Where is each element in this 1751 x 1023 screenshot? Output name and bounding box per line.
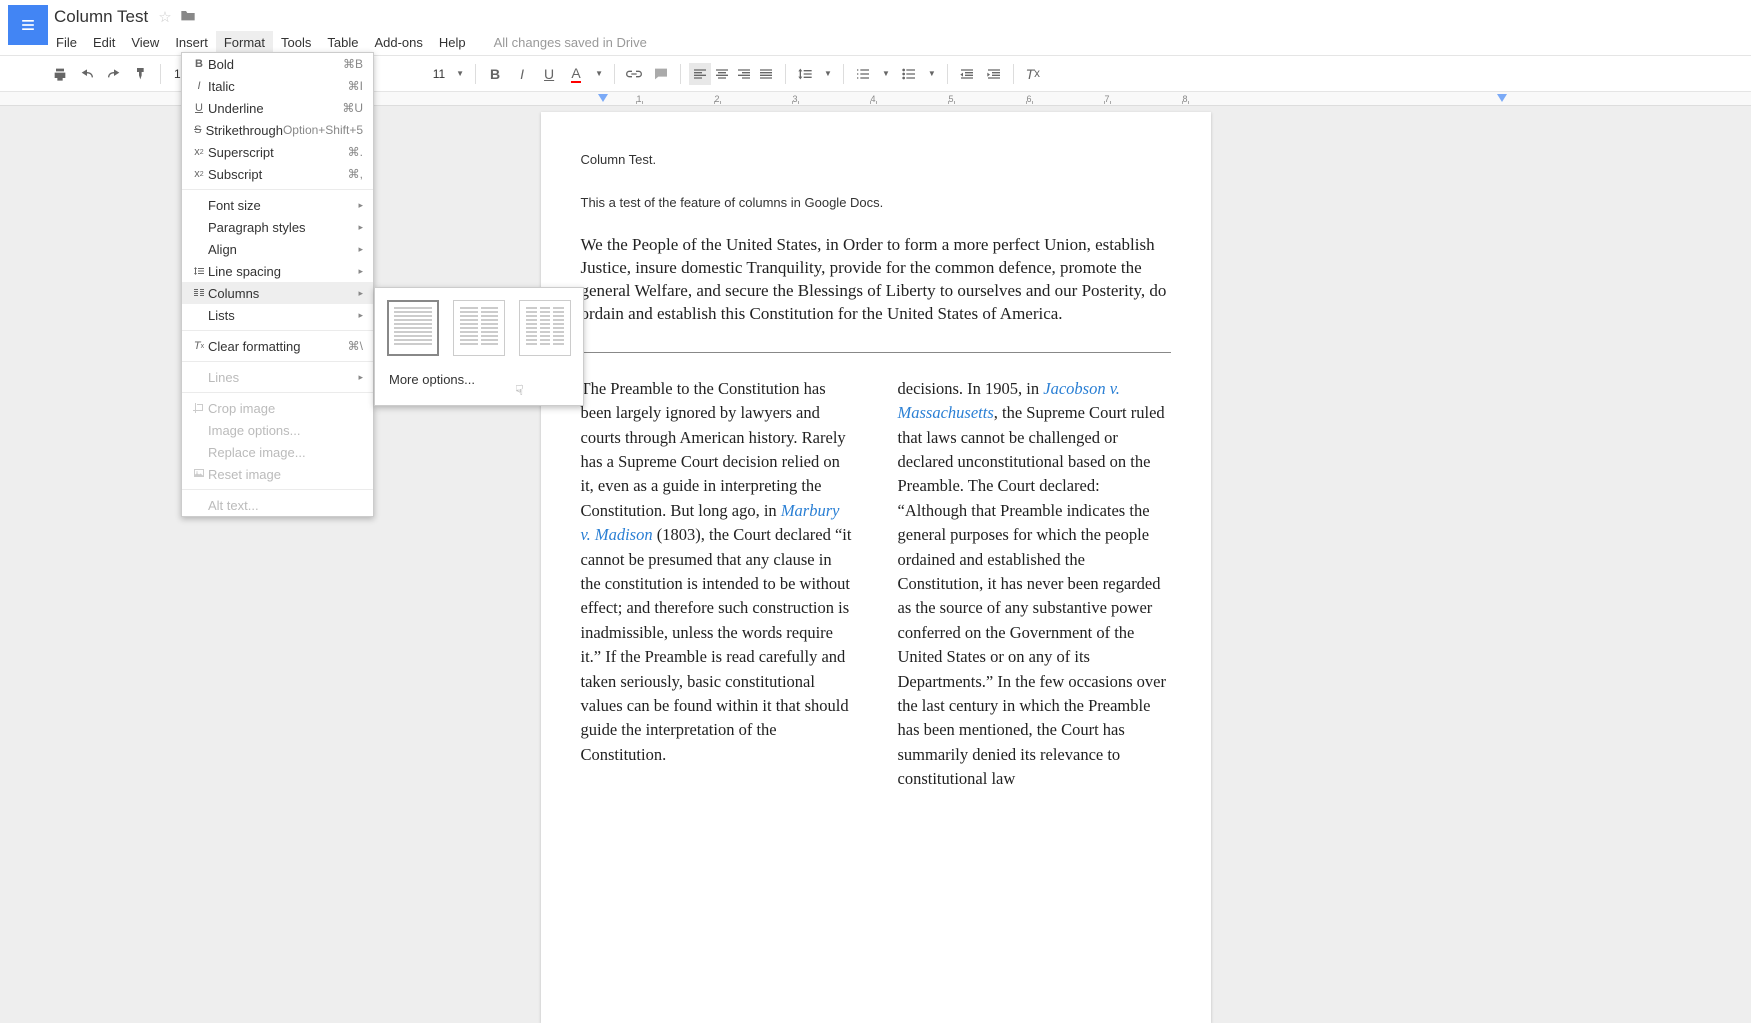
save-status: All changes saved in Drive — [494, 35, 647, 50]
menu-edit[interactable]: Edit — [85, 31, 123, 54]
format-image-options: Image options... — [182, 419, 373, 441]
bulleted-list-button[interactable] — [897, 62, 921, 86]
menu-file[interactable]: File — [48, 31, 85, 54]
format-clear-formatting[interactable]: TxClear formatting⌘\ — [182, 335, 373, 357]
comment-button[interactable] — [649, 62, 673, 86]
columns-three-option[interactable] — [519, 300, 571, 356]
format-lines: Lines▸ — [182, 366, 373, 388]
star-icon[interactable]: ☆ — [158, 8, 171, 26]
menu-insert[interactable]: Insert — [167, 31, 216, 54]
folder-icon[interactable] — [180, 8, 196, 26]
doc-preamble: We the People of the United States, in O… — [581, 234, 1171, 326]
print-button[interactable] — [48, 62, 72, 86]
indent-increase-button[interactable] — [982, 62, 1006, 86]
doc-heading: Column Test. — [581, 152, 1171, 167]
doc-subtext: This a test of the feature of columns in… — [581, 195, 1171, 210]
column-two: decisions. In 1905, in Jacobson v. Massa… — [898, 377, 1171, 792]
columns-more-options[interactable]: More options... — [387, 366, 571, 393]
indent-decrease-button[interactable] — [955, 62, 979, 86]
document-page[interactable]: Column Test. This a test of the feature … — [541, 112, 1211, 1023]
columns-two-option[interactable] — [453, 300, 505, 356]
menu-help[interactable]: Help — [431, 31, 474, 54]
format-crop-image: Crop image — [182, 397, 373, 419]
numbered-list-dropdown-icon[interactable]: ▼ — [878, 69, 894, 78]
bold-button[interactable]: B — [483, 62, 507, 86]
cursor-icon: ☟ — [515, 382, 524, 399]
format-strikethrough[interactable]: SStrikethroughOption+Shift+5 — [182, 119, 373, 141]
menu-format[interactable]: Format — [216, 31, 273, 54]
menu-tools[interactable]: Tools — [273, 31, 319, 54]
divider — [581, 352, 1171, 353]
format-alt-text: Alt text... — [182, 494, 373, 516]
format-italic[interactable]: IItalic⌘I — [182, 75, 373, 97]
text-color-dropdown-icon[interactable]: ▼ — [591, 69, 607, 78]
menu-view[interactable]: View — [123, 31, 167, 54]
numbered-list-button[interactable] — [851, 62, 875, 86]
format-underline[interactable]: UUnderline⌘U — [182, 97, 373, 119]
align-justify-button[interactable] — [755, 63, 777, 85]
line-spacing-dropdown-icon[interactable]: ▼ — [820, 69, 836, 78]
line-spacing-button[interactable] — [793, 62, 817, 86]
format-lists[interactable]: Lists▸ — [182, 304, 373, 326]
format-paragraph-styles[interactable]: Paragraph styles▸ — [182, 216, 373, 238]
format-bold[interactable]: BBold⌘B — [182, 53, 373, 75]
columns-one-option[interactable] — [387, 300, 439, 356]
docs-logo[interactable] — [8, 5, 48, 45]
format-reset-image: Reset image — [182, 463, 373, 485]
format-dropdown: BBold⌘B IItalic⌘I UUnderline⌘U SStriketh… — [181, 52, 374, 517]
format-align[interactable]: Align▸ — [182, 238, 373, 260]
bulleted-list-dropdown-icon[interactable]: ▼ — [924, 69, 940, 78]
columns-submenu: More options... ☟ — [374, 287, 584, 406]
text-color-button[interactable]: A — [564, 62, 588, 86]
format-columns[interactable]: Columns▸ — [182, 282, 373, 304]
menu-table[interactable]: Table — [319, 31, 366, 54]
menu-addons[interactable]: Add-ons — [366, 31, 430, 54]
align-right-button[interactable] — [733, 63, 755, 85]
font-size-dropdown-icon[interactable]: ▼ — [452, 69, 468, 78]
clear-formatting-button[interactable]: Tx — [1021, 62, 1045, 86]
redo-button[interactable] — [102, 62, 126, 86]
undo-button[interactable] — [75, 62, 99, 86]
link-button[interactable] — [622, 62, 646, 86]
format-font-size[interactable]: Font size▸ — [182, 194, 373, 216]
doc-title[interactable]: Column Test — [54, 7, 148, 27]
align-left-button[interactable] — [689, 63, 711, 85]
format-line-spacing[interactable]: Line spacing▸ — [182, 260, 373, 282]
font-size-input[interactable]: 11 — [429, 67, 449, 81]
format-replace-image: Replace image... — [182, 441, 373, 463]
underline-button[interactable]: U — [537, 62, 561, 86]
column-one: The Preamble to the Constitution has bee… — [581, 377, 854, 792]
format-superscript[interactable]: x2Superscript⌘. — [182, 141, 373, 163]
align-center-button[interactable] — [711, 63, 733, 85]
italic-button[interactable]: I — [510, 62, 534, 86]
paint-format-button[interactable] — [129, 62, 153, 86]
format-subscript[interactable]: x2Subscript⌘, — [182, 163, 373, 185]
